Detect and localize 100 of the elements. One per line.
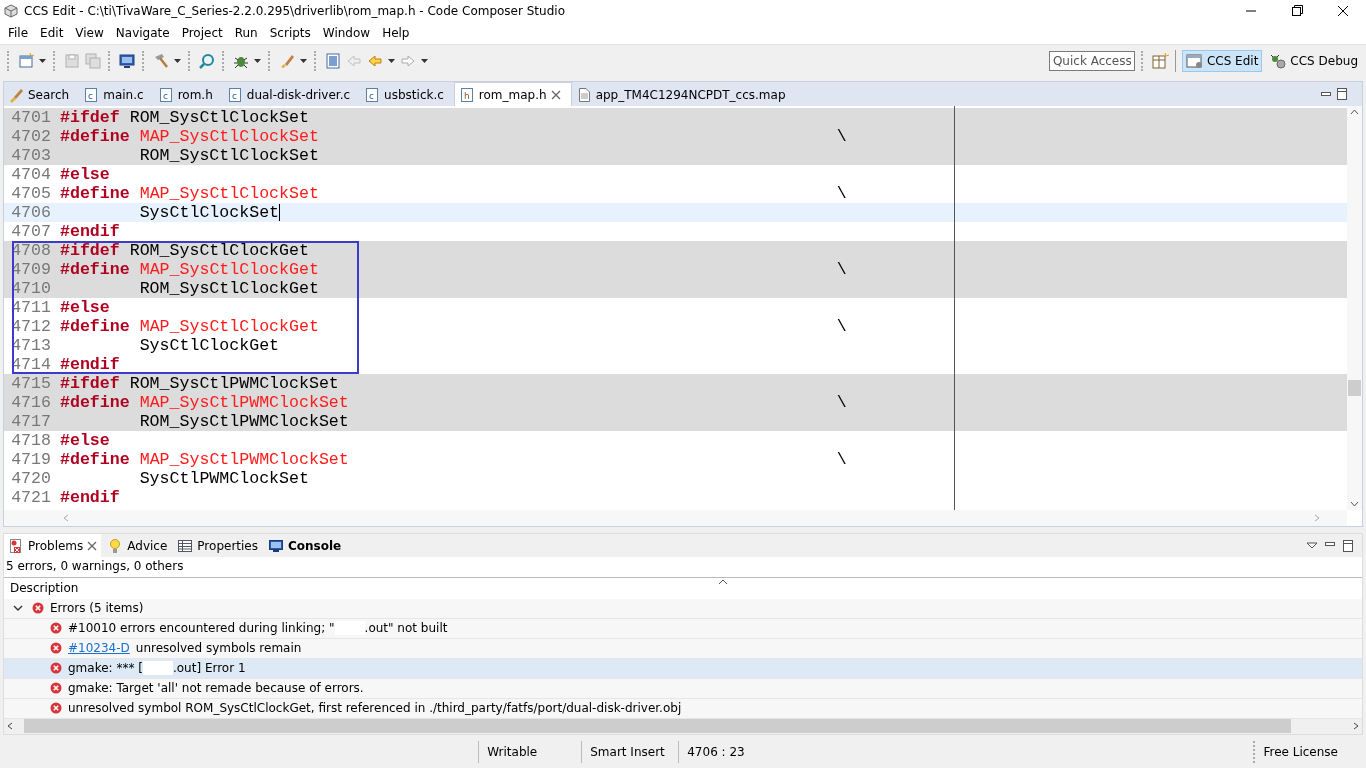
line-number: 4720 (10, 469, 52, 488)
problem-text: .out" not built (364, 621, 448, 636)
menu-item[interactable]: View (69, 26, 110, 40)
line-number: 4712 (10, 317, 52, 336)
panel-tab[interactable]: Properties (173, 534, 262, 557)
problem-row[interactable]: gmake: Target 'all' not remade because of errors. (4, 678, 1362, 699)
line-number: 4721 (10, 488, 52, 507)
editor-tab[interactable]: c usbstick.c (360, 83, 454, 106)
problem-row[interactable]: #10010 errors encountered during linking; " .out" not built (4, 618, 1362, 639)
code-text: MAP_SysCtlClockGet (139, 317, 319, 336)
code-text: ROM_SysCtlPWMClockSet (129, 374, 339, 393)
code-text: #define (60, 127, 130, 146)
maximize-icon[interactable] (1340, 537, 1356, 554)
code-text: \ (836, 184, 847, 203)
open-perspective-icon[interactable] (1150, 52, 1169, 70)
code-text: #define (60, 450, 130, 469)
perspective-button[interactable]: CCS Edit (1181, 50, 1263, 72)
error-icon (50, 642, 62, 655)
problem-row[interactable]: gmake: *** [ .out] Error 1 (4, 658, 1362, 679)
line-number: 4714 (10, 355, 52, 374)
error-icon (32, 602, 44, 615)
editor-window-icon (1185, 53, 1204, 69)
line-number: 4716 (10, 393, 52, 412)
code-text: SysCtlClockSet (139, 203, 280, 222)
status-text: 4706 : 23 (678, 740, 776, 763)
error-icon (50, 622, 62, 635)
status-text: Smart Insert (581, 740, 679, 763)
menu-item[interactable]: Navigate (109, 26, 176, 40)
code-text: MAP_SysCtlClockGet (139, 260, 319, 279)
menu-item[interactable]: Help (376, 26, 416, 40)
problems-icon (8, 537, 24, 554)
error-icon (50, 662, 62, 675)
menu-item[interactable]: Scripts (263, 26, 317, 40)
error-icon (50, 702, 62, 715)
h-file-icon: h (458, 86, 475, 103)
problem-link[interactable]: #10234-D (68, 641, 130, 656)
line-number: 4708 (10, 241, 52, 260)
menu-item[interactable]: Edit (34, 26, 70, 40)
line-number: 4703 (10, 146, 52, 165)
app-cube-icon (4, 4, 18, 18)
code-text: ROM_SysCtlPWMClockSet (139, 412, 349, 431)
status-text: Writable (478, 740, 582, 763)
line-number: 4709 (10, 260, 52, 279)
line-number: 4718 (10, 431, 52, 450)
code-text: ROM_SysCtlClockSet (139, 146, 319, 165)
line-number: 4704 (10, 165, 52, 184)
close-icon[interactable] (550, 89, 561, 100)
line-number: 4706 (10, 203, 52, 222)
problem-row[interactable]: unresolved symbol ROM_SysCtlClockGet, first referenced in ./third_party/fatfs/port/dual-disk-driver.obj (4, 698, 1362, 719)
redaction-block (142, 661, 173, 676)
code-text: \ (836, 393, 847, 412)
code-text: #else (60, 165, 110, 184)
code-text: #else (60, 431, 110, 450)
status-text: Free License (1253, 740, 1346, 763)
code-text: ROM_SysCtlClockGet (139, 279, 319, 298)
close-icon[interactable] (87, 540, 98, 551)
layout-icon[interactable] (324, 52, 342, 70)
monitor-icon (268, 537, 284, 554)
scrollbar-thumb[interactable] (1348, 380, 1361, 396)
brush-icon (8, 86, 24, 103)
code-text: #define (60, 184, 130, 203)
tree-item[interactable]: Errors (5 items) (50, 601, 144, 616)
text-cursor (279, 204, 281, 221)
panel-tab[interactable]: Advice (103, 534, 172, 557)
line-number: 4711 (10, 298, 52, 317)
menu-item[interactable]: File (2, 26, 35, 40)
line-number: 4705 (10, 184, 52, 203)
monitor-icon[interactable] (118, 52, 136, 70)
editor-tab[interactable]: h rom_map.h (453, 82, 572, 106)
code-text: #endif (60, 355, 120, 374)
line-number: 4702 (10, 127, 52, 146)
panel-tab[interactable]: Problems (4, 534, 102, 557)
bug-gear-icon (1269, 53, 1288, 69)
line-number: 4715 (10, 374, 52, 393)
menu-item[interactable]: Project (175, 26, 229, 40)
search-icon[interactable] (198, 52, 216, 70)
sort-caret-icon[interactable] (718, 578, 728, 586)
code-text: #endif (60, 222, 120, 241)
editor-tab[interactable]: c dual-disk-driver.c (222, 83, 361, 106)
menu-item[interactable]: Window (316, 26, 377, 40)
code-text: #define (60, 393, 130, 412)
line-number: 4717 (10, 412, 52, 431)
editor-tab[interactable]: c main.c (79, 83, 154, 106)
column-header[interactable]: Description (10, 581, 79, 596)
editor-tab[interactable]: c rom.h (153, 83, 223, 106)
c-file-icon: c (226, 86, 243, 103)
table-icon (177, 537, 194, 554)
quick-access-field[interactable]: Quick Access (1048, 51, 1135, 71)
maximize-icon[interactable] (1334, 86, 1350, 102)
editor-tab[interactable]: app_TM4C1294NCPDT_ccs.map (571, 83, 796, 106)
editor-tab[interactable]: Search (4, 83, 80, 106)
code-text: #else (60, 298, 110, 317)
problem-row[interactable]: #10234-D unresolved symbols remain (4, 638, 1362, 659)
c-file-icon: c (364, 86, 381, 103)
perspective-button[interactable]: CCS Debug (1265, 50, 1362, 72)
scrollbar-thumb[interactable] (24, 719, 1292, 734)
line-number: 4707 (10, 222, 52, 241)
menu-item[interactable]: Run (228, 26, 264, 40)
code-text: \ (836, 450, 847, 469)
panel-tab[interactable]: Console (264, 534, 346, 557)
